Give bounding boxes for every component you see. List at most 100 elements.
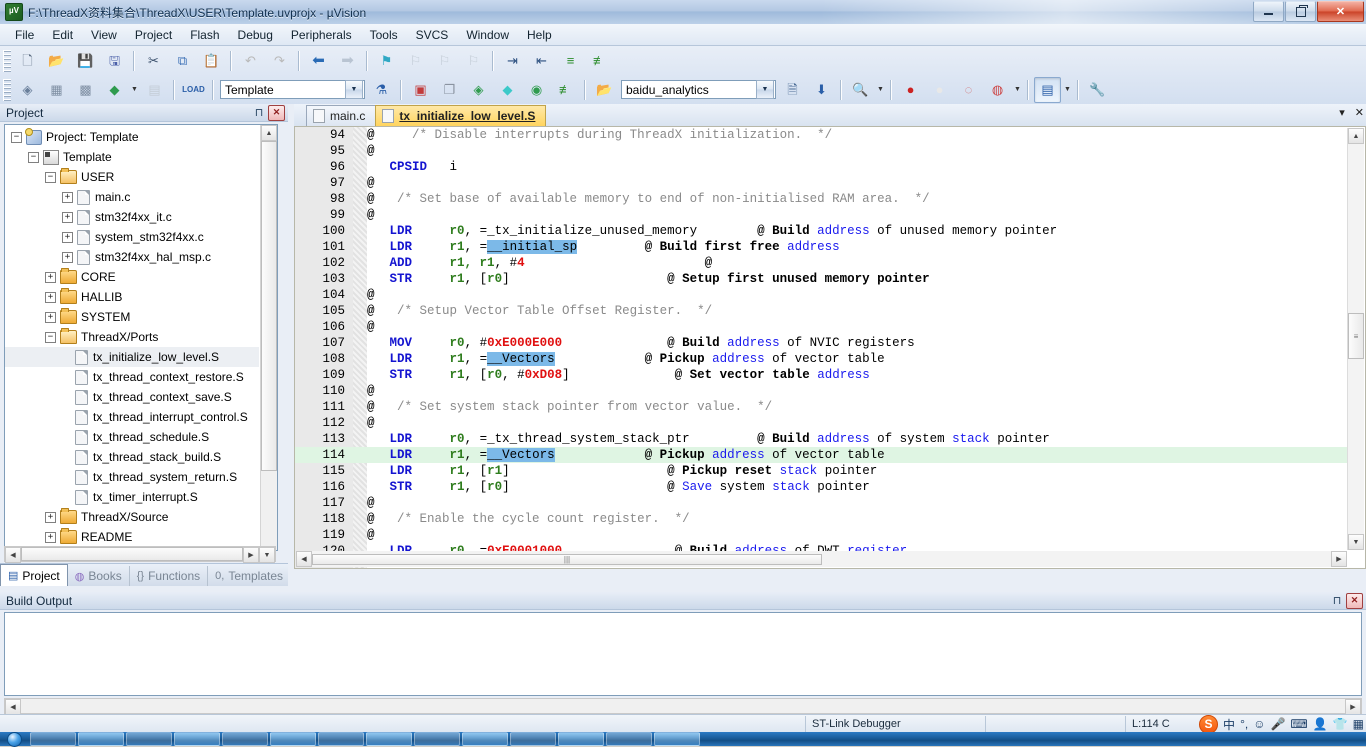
code-line[interactable]: 116 STR r1, [r0] @ Save system stack poi… (295, 479, 1348, 495)
collapse-icon[interactable]: − (45, 171, 56, 183)
collapse-icon[interactable]: − (11, 131, 22, 143)
code-line[interactable]: 111 @ /* Set system stack pointer from ve… (295, 399, 1348, 415)
bookmark-toggle-icon[interactable]: ⚑ (373, 48, 400, 74)
open-file-icon[interactable]: 📂 (43, 48, 70, 74)
code-line[interactable]: 98 @ /* Set base of available memory to e… (295, 191, 1348, 207)
taskbar-item[interactable] (558, 732, 604, 746)
hscroll-thumb[interactable] (21, 547, 243, 561)
code-line[interactable]: 95 @ (295, 143, 1348, 159)
find-dropdown-icon[interactable]: ▼ (875, 86, 886, 93)
code-line[interactable]: 108 LDR r1, =__Vectors @ Pickup address … (295, 351, 1348, 367)
expand-icon[interactable]: + (45, 311, 56, 323)
tree-item[interactable]: tx_thread_context_restore.S (5, 367, 259, 387)
batch-build-icon[interactable]: ▩ (72, 77, 99, 103)
indent-icon[interactable]: ⇥ (499, 48, 526, 74)
editor-vscrollbar[interactable]: ▲ ≡ ▼ (1347, 128, 1364, 550)
scroll-right-icon[interactable]: ▶ (1331, 551, 1347, 567)
code-line[interactable]: 114 LDR r1, =__Vectors @ Pickup address … (295, 447, 1348, 463)
project-tree[interactable]: − Project: Template − Template − USER + main.c +… (4, 124, 278, 551)
ime-user-icon[interactable]: 👤 (1313, 717, 1328, 731)
config-wizard-icon[interactable]: 🗎 (779, 77, 806, 103)
tree-item[interactable]: − ThreadX/Ports (5, 327, 259, 347)
code-line[interactable]: 103 STR r1, [r0] @ Setup first unused me… (295, 271, 1348, 287)
manage-run-time-icon[interactable]: ◆ (494, 77, 521, 103)
layout-dropdown-icon[interactable]: ▼ (1062, 86, 1073, 93)
taskbar-item[interactable] (174, 732, 220, 746)
taskbar-item[interactable] (318, 732, 364, 746)
expand-icon[interactable]: + (62, 251, 73, 263)
code-text-area[interactable]: 94 @ /* Disable interrupts during ThreadX… (295, 127, 1348, 551)
scroll-down-icon[interactable]: ▼ (1348, 534, 1364, 550)
close-icon[interactable]: ✕ (268, 104, 285, 121)
taskbar-item[interactable] (510, 732, 556, 746)
scroll-up-icon[interactable]: ▲ (261, 125, 277, 141)
save-icon[interactable]: 💾 (72, 48, 99, 74)
menu-item-help[interactable]: Help (518, 26, 561, 44)
taskbar-item[interactable] (30, 732, 76, 746)
code-line[interactable]: 117 @ (295, 495, 1348, 511)
code-line[interactable]: 120 LDR r0, =0xE0001000 @ Build address … (295, 543, 1348, 551)
configuration-icon[interactable]: 🔧 (1084, 77, 1111, 103)
svcs-selector[interactable]: baidu_analytics ▼ (621, 80, 776, 99)
code-line[interactable]: 104 @ (295, 287, 1348, 303)
code-line[interactable]: 97 @ (295, 175, 1348, 191)
sogou-ime-icon[interactable]: S (1199, 714, 1219, 734)
expand-icon[interactable]: + (45, 511, 56, 523)
menu-item-tools[interactable]: Tools (361, 26, 407, 44)
restore-button[interactable] (1285, 1, 1316, 22)
taskbar-item[interactable] (654, 732, 700, 746)
comment-icon[interactable]: ≡ (557, 48, 584, 74)
tree-item[interactable]: − Project: Template (5, 127, 259, 147)
ime-keyboard-icon[interactable]: ⌨ (1290, 717, 1307, 731)
find-in-files-icon[interactable]: 🔍 (847, 77, 874, 103)
ime-voice-icon[interactable]: 🎤 (1270, 717, 1285, 731)
scroll-right-icon[interactable]: ▶ (1345, 699, 1361, 715)
minimize-button[interactable] (1253, 1, 1284, 22)
expand-icon[interactable]: + (62, 231, 73, 243)
tree-item[interactable]: tx_thread_system_return.S (5, 467, 259, 487)
tree-item[interactable]: tx_initialize_low_level.S (5, 347, 259, 367)
pack-installer-icon[interactable]: ◈ (465, 77, 492, 103)
tree-item[interactable]: + stm32f4xx_it.c (5, 207, 259, 227)
taskbar-item[interactable] (270, 732, 316, 746)
menu-item-debug[interactable]: Debug (229, 26, 282, 44)
menu-item-view[interactable]: View (82, 26, 126, 44)
manage-project-items-icon[interactable]: ❐ (436, 77, 463, 103)
bookmark-prev-icon[interactable]: ⚐ (402, 48, 429, 74)
menu-item-window[interactable]: Window (457, 26, 518, 44)
menu-item-edit[interactable]: Edit (43, 26, 82, 44)
bookmark-next-icon[interactable]: ⚐ (431, 48, 458, 74)
svcs-folder-icon[interactable]: 📂 (591, 77, 618, 103)
breakpoint-disable-icon[interactable]: ● (926, 77, 953, 103)
chevron-down-icon[interactable]: ▼ (756, 80, 774, 99)
breakpoint-insert-icon[interactable]: ● (897, 77, 924, 103)
code-line[interactable]: 105 @ /* Setup Vector Table Offset Regist… (295, 303, 1348, 319)
tree-item[interactable]: tx_thread_interrupt_control.S (5, 407, 259, 427)
scroll-more-icon[interactable]: ▼ (259, 547, 275, 563)
code-line[interactable]: 94 @ /* Disable interrupts during ThreadX… (295, 127, 1348, 143)
code-line[interactable]: 115 LDR r1, [r1] @ Pickup reset stack po… (295, 463, 1348, 479)
scroll-left-icon[interactable]: ◀ (5, 547, 21, 563)
menu-item-file[interactable]: File (6, 26, 43, 44)
cut-icon[interactable]: ✂ (140, 48, 167, 74)
menu-item-project[interactable]: Project (126, 26, 181, 44)
code-line[interactable]: 99 @ (295, 207, 1348, 223)
editor-tab-tx-initialize-low-level-s[interactable]: tx_initialize_low_level.S (375, 105, 547, 126)
hscroll-thumb[interactable]: ||| (312, 553, 822, 565)
taskbar-item[interactable] (462, 732, 508, 746)
tree-item[interactable]: + main.c (5, 187, 259, 207)
close-icon[interactable]: ✕ (1355, 106, 1364, 119)
toolbar-grip[interactable] (3, 49, 11, 72)
tree-item[interactable]: + SYSTEM (5, 307, 259, 327)
tree-item[interactable]: − USER (5, 167, 259, 187)
tree-item[interactable]: + ThreadX/Source (5, 507, 259, 527)
expand-icon[interactable]: + (45, 271, 56, 283)
tree-item[interactable]: tx_timer_interrupt.S (5, 487, 259, 507)
tab-project[interactable]: ▤ Project (0, 564, 68, 586)
manage-multi-project-icon[interactable]: ◉ (523, 77, 550, 103)
scroll-left-icon[interactable]: ◀ (296, 551, 312, 567)
code-line[interactable]: 102 ADD r1, r1, #4 @ (295, 255, 1348, 271)
collapse-icon[interactable]: − (28, 151, 39, 163)
ime-skin-icon[interactable]: 👕 (1333, 717, 1348, 731)
build-output-text[interactable] (4, 612, 1362, 696)
